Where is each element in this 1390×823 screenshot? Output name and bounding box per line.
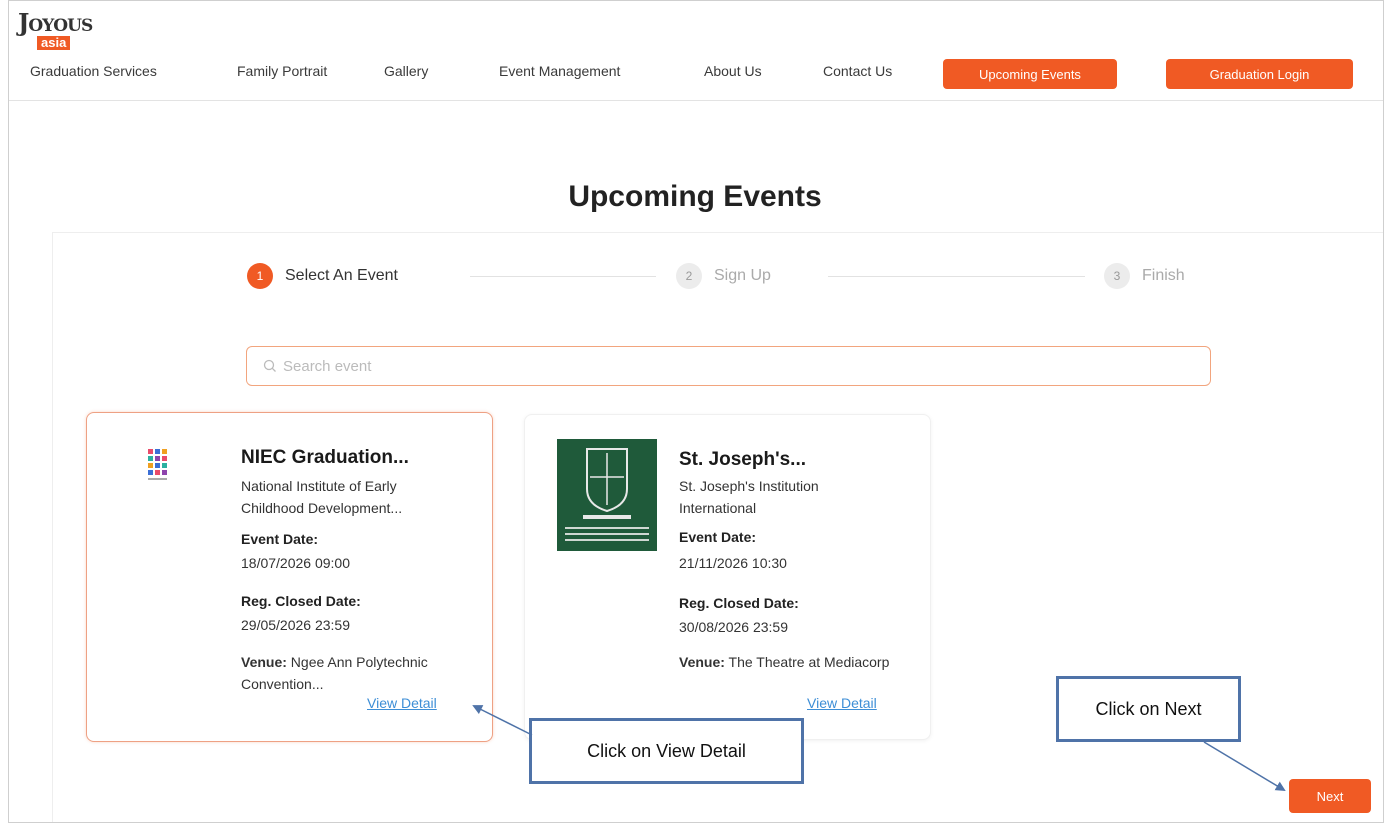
step-finish: 3 Finish bbox=[1104, 262, 1185, 290]
event-card[interactable]: NIEC Graduation... National Institute of… bbox=[86, 412, 493, 742]
joyous-logo[interactable]: JOYOUS asia bbox=[18, 8, 108, 58]
logo-asia: asia bbox=[37, 36, 71, 50]
logo-wordmark: JOYOUS bbox=[18, 8, 93, 37]
event-venue: Venue: The Theatre at Mediacorp bbox=[679, 651, 909, 673]
nav-family-portrait[interactable]: Family Portrait bbox=[237, 63, 327, 79]
event-organization: National Institute of Early Childhood De… bbox=[241, 478, 403, 516]
callout-next: Click on Next bbox=[1056, 676, 1241, 742]
view-detail-link[interactable]: View Detail bbox=[367, 695, 437, 711]
step-3-number: 3 bbox=[1104, 263, 1130, 289]
nav-about-us[interactable]: About Us bbox=[704, 63, 762, 79]
reg-closed-label: Reg. Closed Date: bbox=[241, 593, 361, 609]
venue-value: The Theatre at Mediacorp bbox=[728, 654, 890, 670]
step-2-number: 2 bbox=[676, 263, 702, 289]
callout-view-detail: Click on View Detail bbox=[529, 718, 804, 784]
reg-closed-value: 29/05/2026 23:59 bbox=[241, 617, 350, 633]
event-venue: Venue: Ngee Ann Polytechnic Convention..… bbox=[241, 651, 471, 695]
main-nav: Graduation Services Family Portrait Gall… bbox=[20, 59, 1370, 89]
step-1-number: 1 bbox=[247, 263, 273, 289]
nav-gallery[interactable]: Gallery bbox=[384, 63, 428, 79]
step-select-event: 1 Select An Event bbox=[247, 262, 398, 290]
step-3-label: Finish bbox=[1142, 267, 1185, 284]
event-date-value: 18/07/2026 09:00 bbox=[241, 555, 350, 571]
niec-graduation-logo bbox=[148, 449, 167, 480]
event-date-label: Event Date: bbox=[679, 529, 757, 545]
search-box[interactable] bbox=[246, 346, 1211, 386]
next-button[interactable]: Next bbox=[1289, 779, 1371, 813]
event-title: NIEC Graduation... bbox=[241, 447, 409, 468]
step-connector bbox=[470, 276, 656, 277]
step-sign-up: 2 Sign Up bbox=[676, 262, 771, 290]
nav-event-management[interactable]: Event Management bbox=[499, 63, 620, 79]
nav-contact-us[interactable]: Contact Us bbox=[823, 63, 892, 79]
venue-label: Venue: bbox=[679, 654, 725, 670]
reg-closed-value: 30/08/2026 23:59 bbox=[679, 619, 788, 635]
sji-crest-logo bbox=[557, 439, 657, 551]
reg-closed-label: Reg. Closed Date: bbox=[679, 595, 799, 611]
venue-label: Venue: bbox=[241, 654, 287, 670]
graduation-login-button[interactable]: Graduation Login bbox=[1166, 59, 1353, 89]
search-input[interactable] bbox=[283, 357, 1183, 375]
event-date-label: Event Date: bbox=[241, 531, 319, 547]
event-date-value: 21/11/2026 10:30 bbox=[679, 555, 787, 571]
search-icon bbox=[263, 359, 276, 372]
event-title: St. Joseph's... bbox=[679, 449, 806, 470]
event-card[interactable]: St. Joseph's... St. Joseph's Institution… bbox=[524, 414, 931, 740]
step-2-label: Sign Up bbox=[714, 267, 771, 284]
step-connector bbox=[828, 276, 1085, 277]
view-detail-link[interactable]: View Detail bbox=[807, 695, 877, 711]
header-divider bbox=[9, 100, 1383, 101]
page-title: Upcoming Events bbox=[568, 180, 822, 213]
event-organization: St. Joseph's Institution International bbox=[679, 478, 819, 516]
nav-graduation-services[interactable]: Graduation Services bbox=[30, 63, 157, 79]
step-1-label: Select An Event bbox=[285, 267, 398, 284]
upcoming-events-button[interactable]: Upcoming Events bbox=[943, 59, 1117, 89]
